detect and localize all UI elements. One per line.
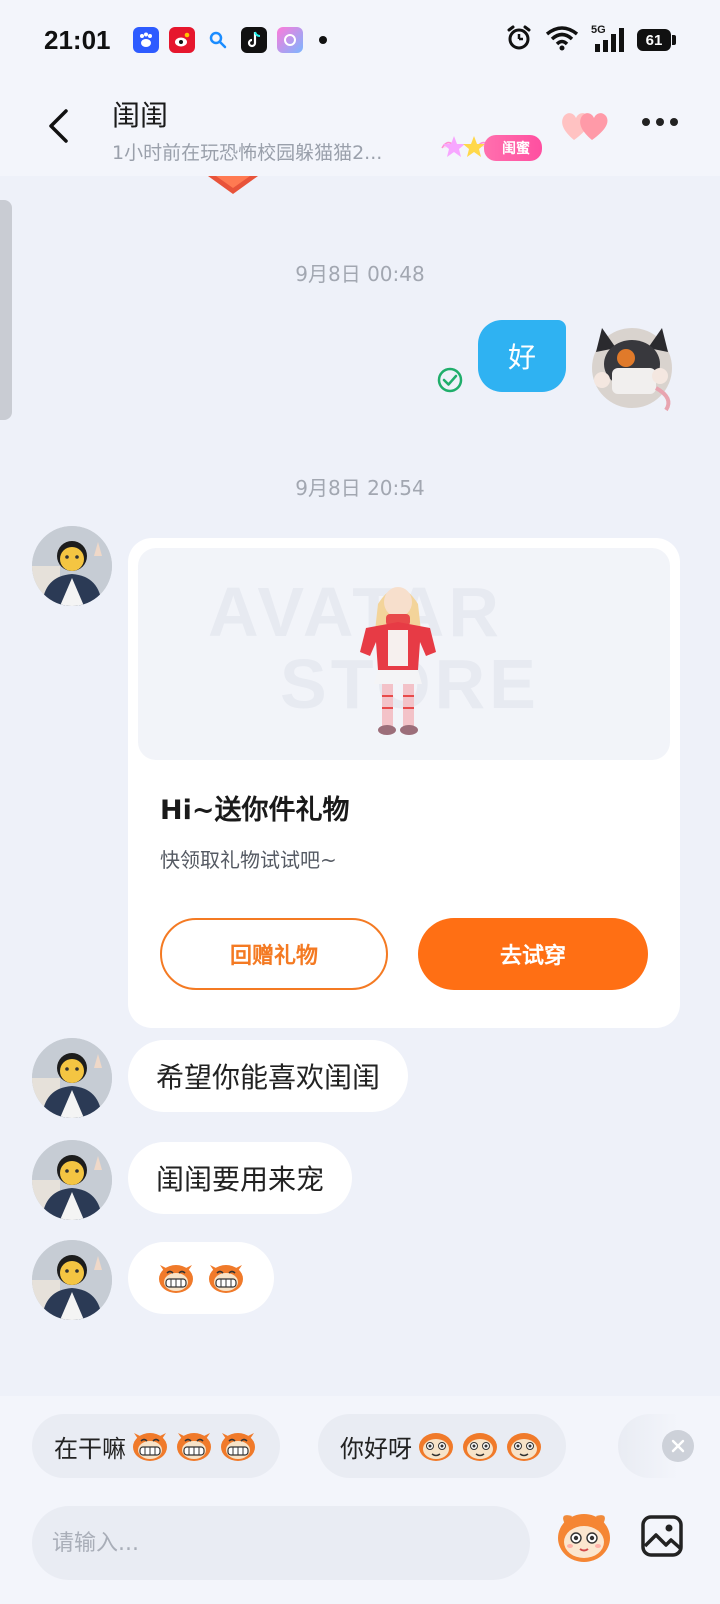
gift-title: Hi~送你件礼物: [160, 795, 350, 826]
cute-monkey-emoji-icon: [463, 1433, 497, 1461]
timestamp: 9月8日 00:48: [295, 262, 425, 286]
battery-tip: [672, 35, 676, 45]
network-type: 5G: [591, 24, 606, 36]
friend-message-bubble[interactable]: 闺闺要用来宠: [128, 1142, 353, 1214]
gift-preview-image[interactable]: AVATAR STORE: [138, 548, 670, 760]
quick-reply-row[interactable]: 在干嘛 你好呀: [0, 1414, 720, 1480]
status-time: 21:01: [44, 24, 111, 55]
baidu-icon: [132, 27, 159, 53]
my-message-bubble[interactable]: 好: [478, 320, 566, 392]
grin-monkey-emoji-icon: [221, 1433, 255, 1461]
weibo-icon: [168, 27, 195, 53]
cute-monkey-emoji-icon: [419, 1433, 453, 1461]
avatar-outfit-figure: [360, 587, 436, 735]
quick-reply-chip[interactable]: 你好呀: [318, 1414, 566, 1478]
side-scroll-handle[interactable]: [0, 200, 12, 420]
more-dot-icon: [670, 118, 678, 126]
friend-avatar[interactable]: [32, 1038, 112, 1118]
chat-message-list[interactable]: 9月8日 00:48 好 9月8日 20:54 AVATAR Hi~送你件礼物 …: [0, 176, 720, 1396]
close-icon: [671, 1439, 685, 1453]
monkey-mascot-icon: [558, 1514, 610, 1562]
image-icon: [641, 1515, 683, 1557]
quick-reply-text: 在干嘛: [54, 1434, 126, 1463]
search-app-icon: [205, 27, 231, 53]
chip-emojis: [130, 1429, 258, 1463]
dot-icon: [318, 36, 327, 44]
my-avatar[interactable]: [586, 318, 678, 414]
more-dot-icon: [642, 118, 650, 126]
app-icon: [276, 27, 303, 53]
chevron-left-icon: [49, 109, 68, 143]
grin-monkey-emoji-icon: [159, 1265, 193, 1293]
chat-header: 闺闺 1小时前在玩恐怖校园躲猫猫2... 闺蜜: [0, 80, 720, 176]
intimacy-hearts-button[interactable]: [560, 108, 610, 148]
message-input-container[interactable]: [32, 1506, 530, 1580]
friend-emoji-bubble[interactable]: [128, 1242, 274, 1314]
friend-message-bubble[interactable]: 希望你能喜欢闺闺: [128, 1040, 409, 1112]
return-gift-button[interactable]: 回赠礼物: [160, 918, 388, 990]
alarm-icon: [505, 24, 533, 56]
close-quick-replies-button[interactable]: [662, 1430, 694, 1462]
bff-label: 闺蜜: [484, 135, 542, 161]
more-options-button[interactable]: [642, 118, 678, 126]
tiktok-icon: [240, 27, 267, 53]
grin-monkey-emoji-icon: [177, 1433, 211, 1461]
signal-icon: 5G: [591, 24, 625, 54]
battery-indicator: 61: [637, 29, 676, 51]
grin-monkey-emoji-icon: [133, 1433, 167, 1461]
bff-badge[interactable]: 闺蜜: [438, 132, 542, 164]
message-input[interactable]: [52, 1530, 530, 1556]
friend-avatar[interactable]: [32, 1140, 112, 1220]
status-bar: 21:01 5G 61: [0, 0, 720, 80]
friend-avatar[interactable]: [32, 526, 112, 606]
partial-card-ribbon: [208, 176, 258, 194]
timestamp: 9月8日 20:54: [295, 476, 425, 500]
double-heart-icon: [562, 113, 608, 140]
more-dot-icon: [656, 118, 664, 126]
wifi-icon: [545, 25, 579, 55]
try-on-button[interactable]: 去试穿: [418, 918, 648, 990]
send-image-button[interactable]: [638, 1512, 686, 1560]
quick-reply-text: 你好呀: [340, 1434, 412, 1463]
cute-monkey-emoji-icon: [507, 1433, 541, 1461]
status-indicators: 5G 61: [505, 24, 676, 56]
chip-emojis: [416, 1429, 544, 1463]
quick-reply-chip[interactable]: 在干嘛: [32, 1414, 280, 1478]
status-app-icons: [132, 27, 327, 53]
gift-card[interactable]: AVATAR STORE Hi~送你件礼物 快领取礼物试试吧~ 回赠礼物: [128, 538, 680, 1028]
gift-description: 快领取礼物试试吧~: [160, 848, 337, 872]
sticker-mascot-button[interactable]: [552, 1504, 616, 1568]
read-receipt: [436, 366, 464, 398]
friend-avatar[interactable]: [32, 1240, 112, 1320]
chat-status-subtitle: 1小时前在玩恐怖校园躲猫猫2...: [112, 142, 383, 164]
battery-level: 61: [637, 29, 671, 51]
back-button[interactable]: [36, 104, 80, 148]
bottom-input-panel: 在干嘛 你好呀: [0, 1396, 720, 1604]
chat-title[interactable]: 闺闺: [112, 94, 168, 134]
grin-monkey-emoji-icon: [209, 1265, 243, 1293]
check-circle-icon: [437, 367, 463, 393]
